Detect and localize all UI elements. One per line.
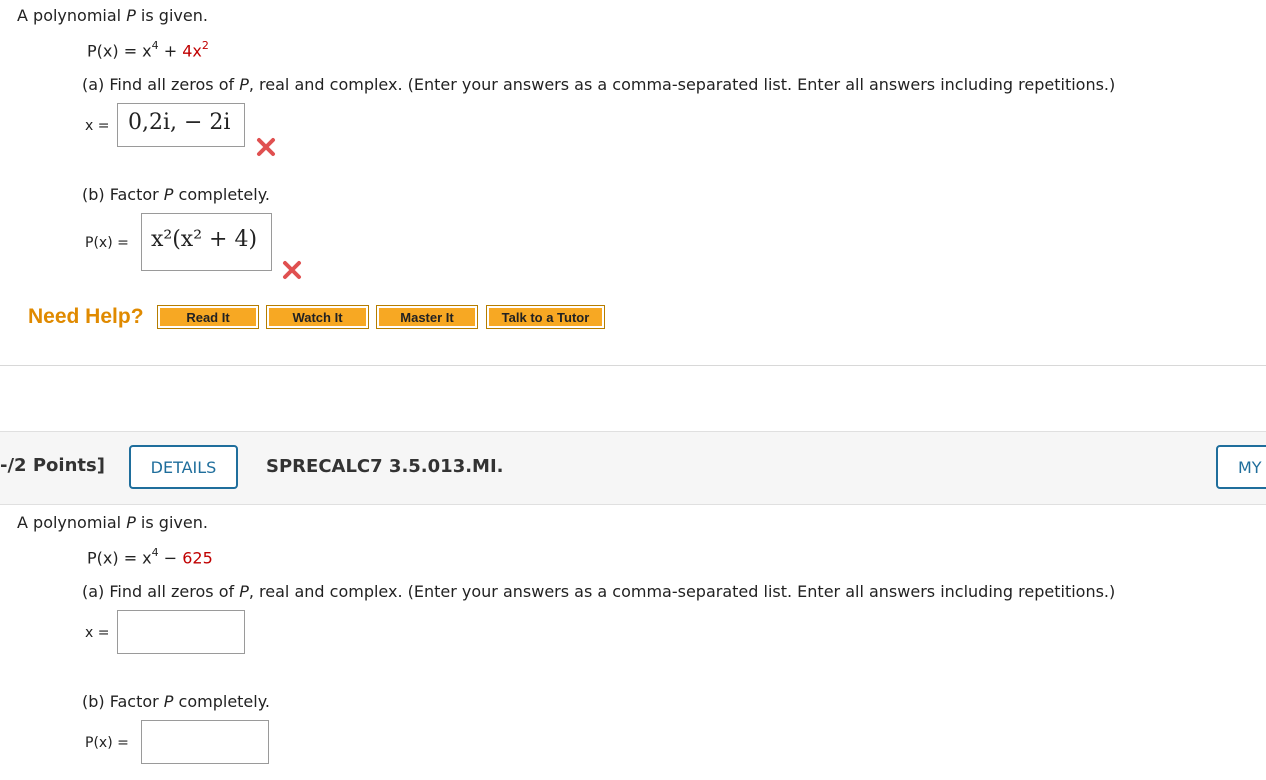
watch-it-button[interactable]: Watch It [266, 305, 369, 329]
q2-part-b-prompt: (b) Factor P completely. [82, 692, 270, 711]
master-it-button[interactable]: Master It [376, 305, 478, 329]
q1-part-a-prompt: (a) Find all zeros of P, real and comple… [82, 75, 1116, 94]
incorrect-x-icon [283, 261, 301, 279]
q2-intro: A polynomial P is given. [17, 513, 208, 532]
points-label: -/2 Points] [0, 455, 105, 476]
q1-polynomial: P(x) = x4 + 4x2 [87, 39, 209, 61]
question-code: SPRECALC7 3.5.013.MI. [266, 456, 504, 477]
section-divider [0, 365, 1266, 366]
q1-answer-b-value: x²(x² + 4) [151, 227, 258, 252]
q2-answer-a-field[interactable] [117, 610, 245, 654]
q1-answer-b-field[interactable]: x²(x² + 4) [141, 213, 272, 271]
q1-p-label: P(x) = [85, 235, 129, 251]
q2-p-label: P(x) = [85, 735, 129, 751]
details-button[interactable]: DETAILS [129, 445, 238, 489]
need-help-label: Need Help? [28, 305, 144, 328]
read-it-button[interactable]: Read It [157, 305, 259, 329]
q1-x-label: x = [85, 118, 110, 134]
q1-intro: A polynomial P is given. [17, 6, 208, 25]
q1-answer-a-field[interactable]: 0,2i, − 2i [117, 103, 245, 147]
q2-polynomial: P(x) = x4 − 625 [87, 546, 213, 568]
q2-answer-b-field[interactable] [141, 720, 269, 764]
q2-part-a-prompt: (a) Find all zeros of P, real and comple… [82, 582, 1116, 601]
talk-to-tutor-button[interactable]: Talk to a Tutor [486, 305, 605, 329]
q1-part-b-prompt: (b) Factor P completely. [82, 185, 270, 204]
q2-x-label: x = [85, 625, 110, 641]
my-notes-button[interactable]: MY [1216, 445, 1266, 489]
incorrect-x-icon [257, 138, 275, 156]
q1-answer-a-value: 0,2i, − 2i [128, 110, 231, 135]
